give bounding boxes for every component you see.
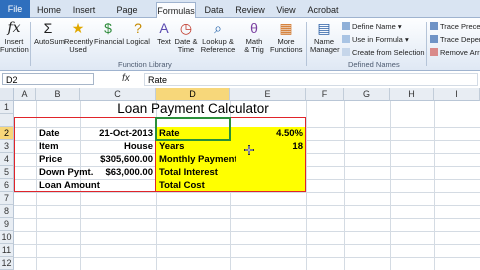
formula-input[interactable]: Rate bbox=[144, 73, 478, 86]
define-name-button[interactable]: Define Name ▾ bbox=[342, 21, 402, 32]
function-library-group-label: Function Library bbox=[118, 60, 172, 69]
sheet-title[interactable]: Loan Payment Calculator bbox=[80, 101, 306, 116]
row-header-8[interactable]: 8 bbox=[0, 205, 14, 218]
eraser-icon bbox=[430, 48, 438, 56]
arrow-icon bbox=[430, 35, 438, 43]
row-header-1-filler bbox=[0, 114, 14, 127]
separator bbox=[426, 22, 427, 66]
name-tag-icon: ▤ bbox=[317, 20, 331, 36]
trace-precedents-button[interactable]: Trace Preced bbox=[430, 21, 480, 32]
insert-function-button[interactable]: fx Insert Function bbox=[0, 20, 29, 54]
sigma-icon: Σ bbox=[43, 20, 53, 36]
financial-label: Financial bbox=[94, 37, 125, 46]
gridline bbox=[14, 205, 480, 206]
row-header-12[interactable]: 12 bbox=[0, 257, 14, 270]
select-all-corner[interactable] bbox=[0, 88, 14, 101]
arrow-icon bbox=[430, 22, 438, 30]
gridline bbox=[14, 218, 480, 219]
ribbon: fx Insert Function Σ AutoSum ★ Recently … bbox=[0, 18, 480, 71]
grid-icon bbox=[342, 48, 350, 56]
row-header-11[interactable]: 11 bbox=[0, 244, 14, 257]
book-icon: $ bbox=[104, 20, 112, 36]
tag-icon bbox=[342, 22, 350, 30]
gridline bbox=[14, 244, 480, 245]
logical-button[interactable]: ? Logical bbox=[124, 20, 152, 46]
star-icon: ★ bbox=[71, 20, 85, 36]
separator bbox=[30, 22, 31, 66]
column-header-a[interactable]: A bbox=[14, 88, 36, 101]
theta-icon: θ bbox=[250, 20, 258, 36]
insert-function-label: Insert Function bbox=[0, 37, 29, 54]
books-icon: ▦ bbox=[279, 20, 293, 36]
row-header-9[interactable]: 9 bbox=[0, 218, 14, 231]
lookup-reference-button[interactable]: ⌕ Lookup & Reference bbox=[200, 20, 236, 54]
row-header-2[interactable]: 2 bbox=[0, 127, 14, 140]
logical-label: Logical bbox=[126, 37, 150, 46]
financial-button[interactable]: $ Financial bbox=[94, 20, 125, 46]
magnifier-icon: ⌕ bbox=[214, 20, 222, 36]
ribbon-tabs: File Home Insert Page Layout Formulas Da… bbox=[0, 0, 480, 31]
gridline bbox=[14, 231, 480, 232]
row-header-5[interactable]: 5 bbox=[0, 166, 14, 179]
date-time-button[interactable]: ◷ Date & Time bbox=[172, 20, 200, 54]
column-header-d[interactable]: D bbox=[156, 88, 230, 101]
recently-used-label: Recently Used bbox=[64, 37, 94, 54]
remove-arrows-button[interactable]: Remove Arro bbox=[430, 47, 480, 58]
book-icon: A bbox=[159, 20, 169, 36]
create-from-selection-button[interactable]: Create from Selection bbox=[342, 47, 425, 58]
tab-page-layout[interactable]: Page Layout bbox=[104, 2, 150, 31]
formula-bar: D2 fx Rate bbox=[0, 71, 480, 89]
math-trig-button[interactable]: θ Math & Trig bbox=[240, 20, 268, 54]
column-header-b[interactable]: B bbox=[36, 88, 80, 101]
column-header-h[interactable]: H bbox=[390, 88, 434, 101]
tab-home[interactable]: Home bbox=[36, 2, 62, 18]
tab-file[interactable]: File bbox=[0, 0, 30, 18]
tab-view[interactable]: View bbox=[274, 2, 298, 18]
tab-formulas[interactable]: Formulas bbox=[156, 2, 196, 18]
gridline bbox=[14, 257, 480, 258]
row-header-3[interactable]: 3 bbox=[0, 140, 14, 153]
name-manager-button[interactable]: ▤ Name Manager bbox=[310, 20, 340, 54]
tab-review[interactable]: Review bbox=[234, 2, 266, 18]
tab-insert[interactable]: Insert bbox=[70, 2, 98, 18]
tab-acrobat[interactable]: Acrobat bbox=[306, 2, 340, 18]
column-header-e[interactable]: E bbox=[230, 88, 306, 101]
use-in-formula-button[interactable]: Use in Formula ▾ bbox=[342, 34, 409, 45]
date-time-label: Date & Time bbox=[174, 37, 198, 54]
autosum-label: AutoSum bbox=[34, 37, 65, 46]
name-manager-label: Name Manager bbox=[310, 37, 340, 54]
math-trig-label: Math & Trig bbox=[244, 37, 264, 54]
more-functions-label: More Functions bbox=[270, 37, 303, 54]
trace-dependents-button[interactable]: Trace Depen bbox=[430, 34, 480, 45]
separator bbox=[306, 22, 307, 66]
fx-icon: fx bbox=[7, 20, 21, 36]
cursor-icon bbox=[244, 145, 254, 155]
fx-icon[interactable]: fx bbox=[122, 73, 130, 84]
column-header-f[interactable]: F bbox=[306, 88, 344, 101]
name-box[interactable]: D2 bbox=[2, 73, 94, 85]
left-table-border bbox=[14, 117, 156, 192]
book-icon: ? bbox=[134, 20, 142, 36]
row-header-4[interactable]: 4 bbox=[0, 153, 14, 166]
column-header-i[interactable]: I bbox=[434, 88, 480, 101]
row-header-1[interactable]: 1 bbox=[0, 101, 14, 114]
column-header-g[interactable]: G bbox=[344, 88, 390, 101]
more-functions-button[interactable]: ▦ More Functions bbox=[270, 20, 303, 54]
recently-used-button[interactable]: ★ Recently Used bbox=[64, 20, 94, 54]
column-header-c[interactable]: C bbox=[80, 88, 156, 101]
row-header-10[interactable]: 10 bbox=[0, 231, 14, 244]
row-header-6[interactable]: 6 bbox=[0, 179, 14, 192]
gridline bbox=[14, 192, 480, 193]
autosum-button[interactable]: Σ AutoSum bbox=[34, 20, 65, 46]
clock-icon: ◷ bbox=[179, 20, 193, 36]
defined-names-group-label: Defined Names bbox=[348, 60, 400, 69]
tab-data[interactable]: Data bbox=[202, 2, 226, 18]
row-header-7[interactable]: 7 bbox=[0, 192, 14, 205]
lookup-reference-label: Lookup & Reference bbox=[200, 37, 236, 54]
formula-icon bbox=[342, 35, 350, 43]
active-cell-outline[interactable] bbox=[155, 117, 231, 141]
